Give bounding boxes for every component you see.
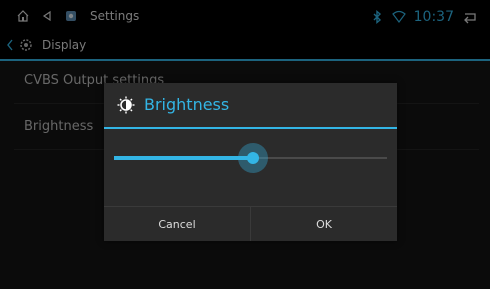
ok-button[interactable]: OK xyxy=(250,207,397,241)
screen: Settings 10:37 Display CVBS Output setti… xyxy=(0,0,490,289)
slider-thumb[interactable] xyxy=(238,143,268,173)
brightness-dialog: Brightness Cancel OK xyxy=(104,83,397,241)
dialog-buttons: Cancel OK xyxy=(104,206,397,241)
dialog-title: Brightness xyxy=(144,95,230,114)
brightness-icon xyxy=(117,96,135,114)
brightness-slider[interactable] xyxy=(114,143,387,173)
dialog-header: Brightness xyxy=(104,83,397,129)
slider-fill xyxy=(114,156,253,160)
cancel-button[interactable]: Cancel xyxy=(104,207,250,241)
